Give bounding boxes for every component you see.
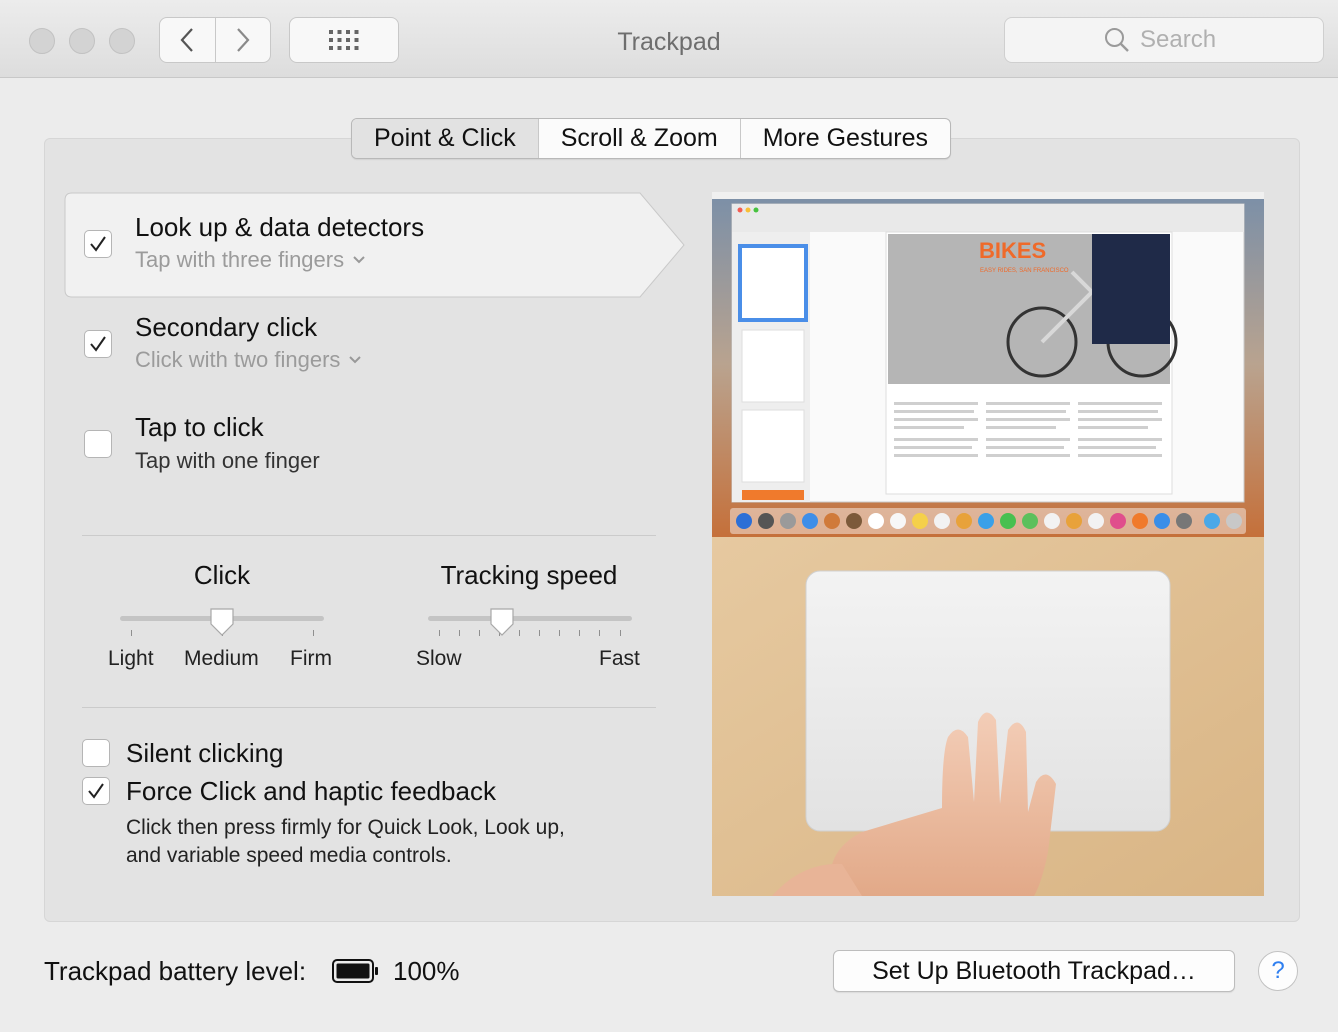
- divider: [82, 707, 656, 708]
- silent-clicking-title: Silent clicking: [126, 738, 284, 768]
- tab-bar: Point & Click Scroll & Zoom More Gesture…: [351, 118, 952, 159]
- title-bar: Trackpad: [0, 0, 1338, 78]
- tracking-speed-title: Tracking speed: [440, 560, 618, 590]
- checkmark-icon: [88, 783, 104, 799]
- divider: [82, 535, 656, 536]
- checkmark-icon: [90, 336, 106, 352]
- battery-level-value: 100%: [393, 956, 460, 986]
- click-medium-label: Medium: [184, 647, 259, 670]
- tracking-speed-knob[interactable]: [489, 607, 515, 637]
- tap-to-click-checkbox[interactable]: [84, 430, 112, 458]
- chevron-down-icon: [349, 356, 362, 364]
- secondary-click-gesture-menu[interactable]: Click with two fingers: [135, 347, 362, 373]
- click-light-label: Light: [108, 647, 154, 670]
- tap-to-click-subtitle: Tap with one finger: [135, 448, 320, 473]
- secondary-click-title: Secondary click: [135, 312, 318, 342]
- lookup-gesture-menu[interactable]: Tap with three fingers: [135, 247, 366, 273]
- tap-to-click-title: Tap to click: [135, 412, 264, 442]
- preview-illustration: BIKES EASY RIDES, SAN FRANCISCO: [712, 192, 1264, 896]
- gesture-preview-video: BIKES EASY RIDES, SAN FRANCISCO: [712, 192, 1264, 896]
- click-slider-title: Click: [193, 560, 251, 590]
- battery-icon: [332, 959, 378, 983]
- tab-point-click[interactable]: Point & Click: [352, 119, 538, 158]
- search-input[interactable]: [1140, 26, 1224, 54]
- tab-more-gestures[interactable]: More Gestures: [739, 119, 950, 158]
- selected-option-highlight: [64, 192, 685, 298]
- chevron-down-icon: [353, 256, 365, 264]
- search-icon: [1105, 28, 1129, 52]
- help-button[interactable]: ?: [1258, 951, 1298, 991]
- force-click-description-line: Click then press firmly for Quick Look, …: [126, 816, 565, 839]
- force-click-description: Click then press firmly for Quick Look, …: [126, 814, 646, 870]
- checkmark-icon: [90, 236, 106, 252]
- secondary-click-subtitle: Click with two fingers: [135, 347, 341, 372]
- tracking-fast-label: Fast: [599, 647, 640, 670]
- battery-level-label: Trackpad battery level:: [44, 956, 307, 986]
- preview-doc-tagline: EASY RIDES, SAN FRANCISCO: [980, 268, 1069, 274]
- lookup-checkbox[interactable]: [84, 230, 112, 258]
- force-click-checkbox[interactable]: [82, 777, 110, 805]
- lookup-title: Look up & data detectors: [135, 212, 425, 242]
- tracking-slow-label: Slow: [416, 647, 462, 670]
- click-firm-label: Firm: [290, 647, 332, 670]
- silent-clicking-checkbox[interactable]: [82, 739, 110, 767]
- force-click-description-line: and variable speed media controls.: [126, 844, 452, 867]
- secondary-click-checkbox[interactable]: [84, 330, 112, 358]
- click-slider-knob[interactable]: [209, 607, 235, 637]
- search-field[interactable]: [1004, 17, 1324, 63]
- tab-scroll-zoom[interactable]: Scroll & Zoom: [537, 119, 740, 158]
- preview-doc-heading: BIKES: [979, 238, 1046, 263]
- lookup-subtitle: Tap with three fingers: [135, 247, 345, 272]
- setup-bluetooth-trackpad-button[interactable]: Set Up Bluetooth Trackpad…: [833, 950, 1235, 992]
- force-click-title: Force Click and haptic feedback: [126, 776, 496, 806]
